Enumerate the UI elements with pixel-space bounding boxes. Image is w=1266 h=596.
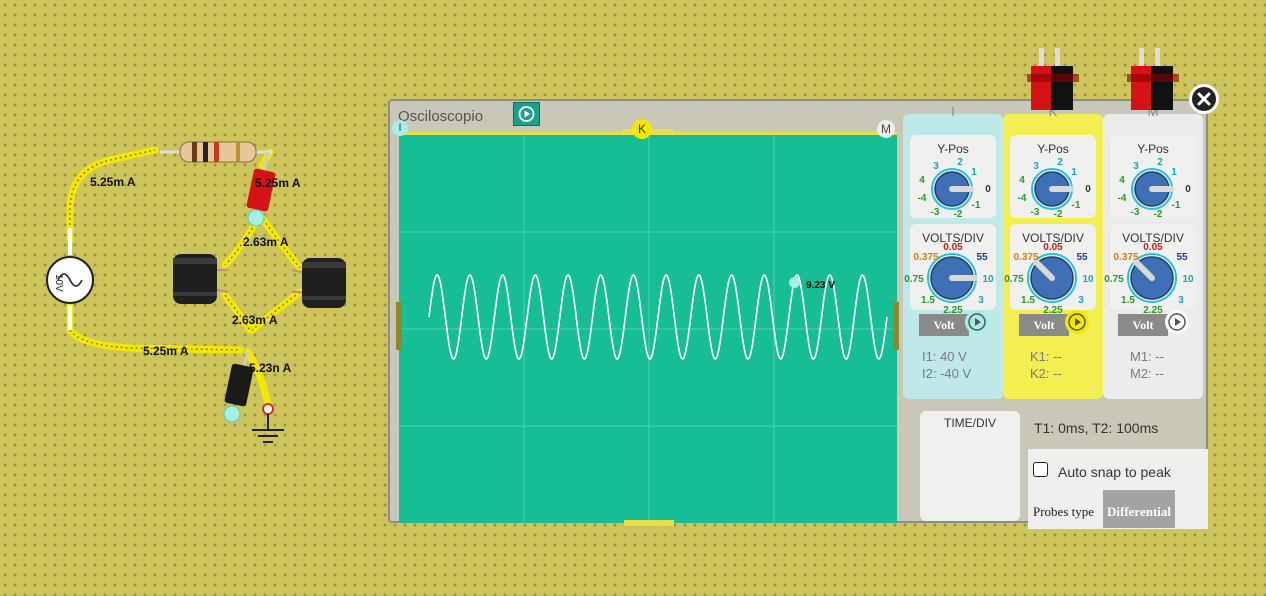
scale-label: 3	[978, 295, 984, 306]
scale-label: -3	[1031, 207, 1040, 218]
scale-label: 10	[1182, 274, 1194, 285]
auto-snap-label: Auto snap to peak	[1058, 464, 1171, 480]
scale-label: 2.25	[1043, 305, 1063, 316]
scale-label: 0.375	[913, 252, 938, 263]
scale-label: 10	[1082, 274, 1094, 285]
scale-label: 0.05	[1043, 242, 1063, 253]
scale-label: -4	[1018, 193, 1027, 204]
scale-label: 10	[982, 274, 994, 285]
channel-run-button[interactable]	[1165, 310, 1189, 334]
measurement-label: 9.23 V	[806, 280, 835, 291]
scale-label: 0	[985, 184, 991, 195]
scope-screen[interactable]	[399, 132, 897, 523]
ac-source[interactable]: 10V	[46, 228, 94, 330]
probe-plugs	[1027, 48, 1179, 110]
scale-label: -2	[954, 209, 963, 220]
plug-m[interactable]	[1127, 48, 1179, 110]
scale-label: 0.375	[1113, 252, 1138, 263]
channel-knobs: 3 2140-4-1-3 -20.050.375 550.75 101.52.2533 2…	[904, 157, 1194, 334]
close-icon	[1189, 84, 1219, 114]
play-icon	[518, 106, 535, 122]
scale-label: -4	[918, 193, 927, 204]
measurement-cursor[interactable]	[789, 277, 800, 288]
channel-run-button[interactable]	[965, 310, 989, 334]
scale-label: 1.5	[1021, 295, 1035, 306]
wire-top-left[interactable]	[66, 146, 159, 244]
capacitor-left[interactable]	[173, 254, 229, 304]
scale-label: -1	[1072, 200, 1081, 211]
scale-label: 1.5	[1121, 295, 1135, 306]
scale-label: 55	[1176, 252, 1188, 263]
bottom-time-handle[interactable]	[624, 520, 674, 526]
scale-label: 0.375	[1013, 252, 1038, 263]
scale-label: 2	[957, 157, 963, 168]
scale-label: 1	[1171, 167, 1177, 178]
scale-label: -2	[1054, 209, 1063, 220]
ypos-knob[interactable]	[1031, 168, 1074, 210]
scale-label: -2	[1154, 209, 1163, 220]
scale-label: -4	[1118, 193, 1127, 204]
time-div-title: TIME/DIV	[943, 416, 996, 430]
scale-label: -3	[931, 207, 940, 218]
current-label: 5.25m A	[255, 176, 301, 190]
scale-label: 4	[1019, 175, 1025, 186]
scale-label: 2.25	[1143, 305, 1163, 316]
scale-label: 4	[1119, 175, 1125, 186]
source-label: 10V	[53, 274, 64, 292]
auto-snap-checkbox[interactable]	[1033, 462, 1048, 477]
marker-k[interactable]: K	[632, 119, 652, 139]
plug-k[interactable]	[1027, 48, 1079, 110]
scale-label: 3	[1033, 161, 1039, 172]
ground-symbol[interactable]	[252, 403, 284, 443]
scale-label: 2	[1157, 157, 1163, 168]
ypos-knob[interactable]	[931, 168, 974, 210]
scale-label: 55	[1076, 252, 1088, 263]
scale-label: 55	[976, 252, 988, 263]
right-level-handle[interactable]	[893, 302, 899, 350]
scale-label: 0.05	[1143, 242, 1163, 253]
channel-run-button[interactable]	[1065, 310, 1089, 334]
ypos-knob[interactable]	[1131, 168, 1174, 210]
run-button[interactable]	[513, 102, 540, 126]
scale-label: -1	[1172, 200, 1181, 211]
scale-label: 4	[919, 175, 925, 186]
scope-grid-and-trace	[399, 135, 897, 523]
left-level-handle[interactable]	[396, 302, 402, 350]
scale-label: 0.75	[1004, 274, 1024, 285]
scale-label: 0	[1085, 184, 1091, 195]
current-label: 2.63m A	[243, 235, 289, 249]
scale-label: 2.25	[943, 305, 963, 316]
current-label: 5.23n A	[249, 361, 292, 375]
scale-label: 1	[971, 167, 977, 178]
scale-label: 3	[933, 161, 939, 172]
marker-m[interactable]: M	[877, 120, 895, 138]
time-readout: T1: 0ms, T2: 100ms	[1034, 420, 1159, 436]
resistor[interactable]	[160, 141, 272, 163]
scale-label: 2	[1057, 157, 1063, 168]
scale-label: 0.75	[1104, 274, 1124, 285]
circuit-diagram: 10V 5.25m A 5.25m A 2.63m A 2.63m A 5.25…	[46, 141, 346, 443]
current-label: 2.63m A	[232, 313, 278, 327]
scale-label: 0.05	[943, 242, 963, 253]
scale-label: 3	[1133, 161, 1139, 172]
scale-label: 0.75	[904, 274, 924, 285]
current-label: 5.25m A	[90, 175, 136, 189]
marker-i[interactable]: I	[392, 120, 408, 136]
scale-label: 0	[1185, 184, 1191, 195]
scale-label: 1.5	[921, 295, 935, 306]
oscilloscope-title: Osciloscopio	[398, 108, 484, 125]
close-button[interactable]	[1188, 83, 1220, 115]
probes-type-label: Probes type	[1033, 504, 1095, 519]
scale-label: 3	[1078, 295, 1084, 306]
scale-label: -1	[972, 200, 981, 211]
probes-type-button[interactable]: Differential	[1103, 490, 1175, 528]
scale-label: -3	[1131, 207, 1140, 218]
scale-label: 3	[1178, 295, 1184, 306]
current-label: 5.25m A	[143, 344, 189, 358]
scale-label: 1	[1071, 167, 1077, 178]
